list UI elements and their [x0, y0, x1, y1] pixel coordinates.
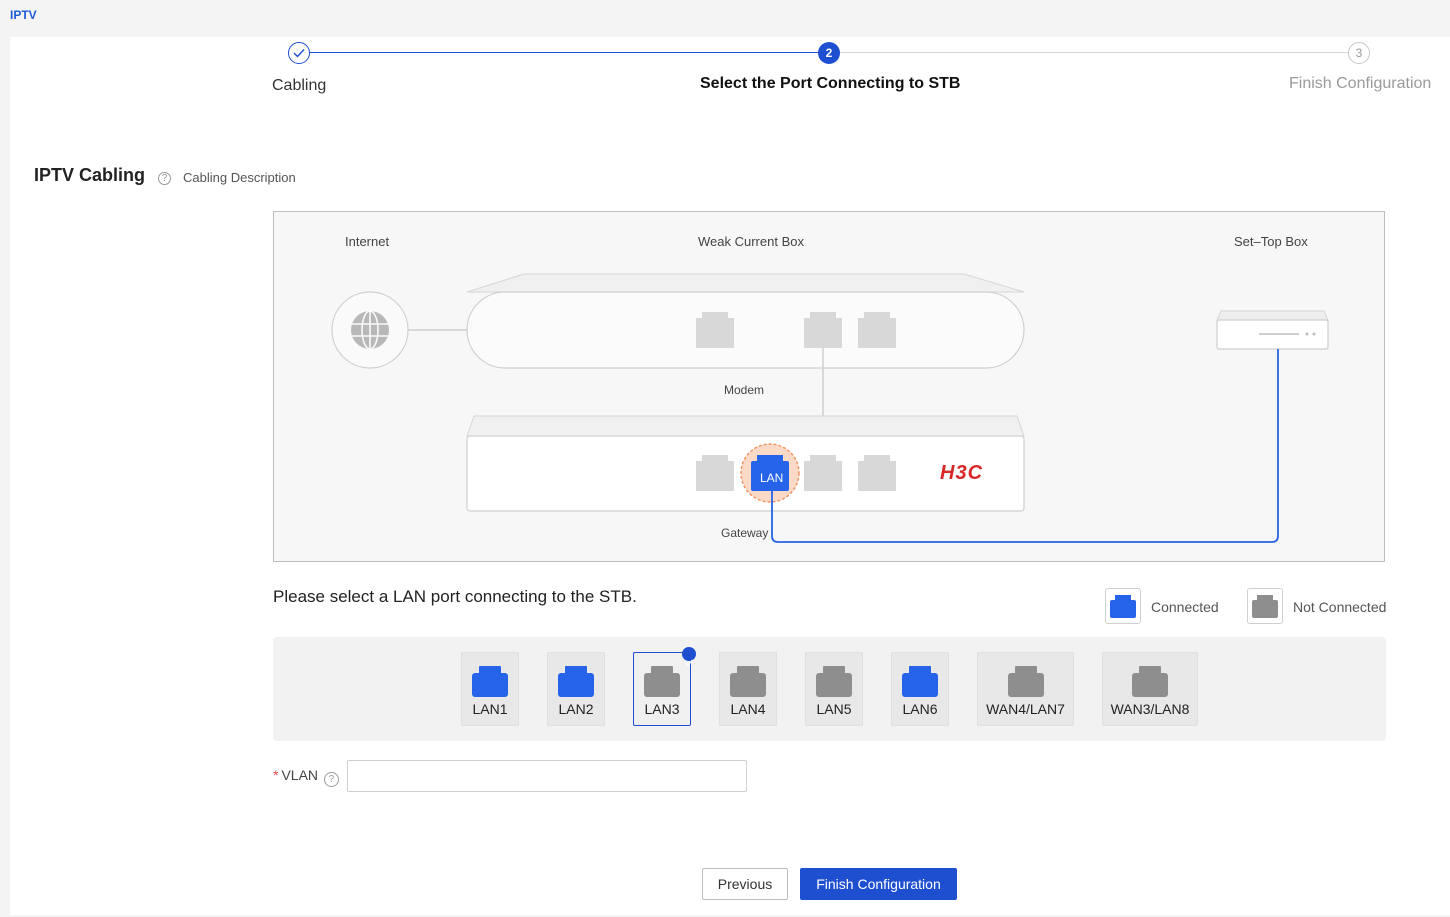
lan-connected-icon: [1110, 595, 1136, 618]
port-label: LAN4: [730, 701, 766, 717]
cabling-description-link[interactable]: Cabling Description: [183, 170, 296, 185]
port-lan6[interactable]: LAN6: [891, 652, 949, 726]
lan-connected-icon: [472, 666, 508, 697]
port-label: WAN3/LAN8: [1110, 701, 1190, 717]
section-title: IPTV Cabling: [34, 165, 146, 185]
port-wan4-lan7[interactable]: WAN4/LAN7: [977, 652, 1074, 726]
step-3-label: Finish Configuration: [1289, 75, 1432, 92]
cabling-diagram: Internet Weak Current Box Set–Top Box Mo…: [273, 211, 1385, 562]
lan-not-connected-icon: [730, 666, 766, 697]
diagram-graphic: [331, 273, 1329, 543]
set-top-box-label: Set–Top Box: [1234, 234, 1308, 249]
finish-configuration-button[interactable]: Finish Configuration: [800, 868, 957, 900]
step-1-label: Cabling: [272, 77, 327, 94]
lan-tag: LAN: [760, 471, 784, 485]
selected-check-icon: [682, 647, 696, 666]
port-label: LAN5: [816, 701, 852, 717]
lan-not-connected-icon: [816, 666, 852, 697]
help-icon-wrapper[interactable]: ?: [158, 168, 171, 186]
port-wan3-lan8[interactable]: WAN3/LAN8: [1102, 652, 1198, 726]
vlan-input[interactable]: [347, 760, 747, 792]
port-selection-area: LAN1 LAN2 LAN3 LAN4 LAN5 LAN6 WAN4/LAN7: [273, 637, 1386, 741]
instruction-text: Please select a LAN port connecting to t…: [273, 587, 637, 606]
gateway-label: Gateway: [721, 526, 769, 540]
modem-body: [466, 291, 1025, 369]
port-lan5[interactable]: LAN5: [805, 652, 863, 726]
legend-not-connected-label: Not Connected: [1293, 599, 1387, 615]
required-mark: *: [273, 767, 279, 783]
lan-not-connected-icon: [1007, 666, 1044, 697]
main-panel: Cabling 2 Select the Port Connecting to …: [10, 37, 1450, 915]
step-2-circle: 2: [818, 42, 840, 64]
lan-connected-icon: [902, 666, 938, 697]
page-tab-title: IPTV: [10, 8, 37, 22]
vlan-label-row: * VLAN ?: [273, 767, 339, 787]
port-lan1[interactable]: LAN1: [461, 652, 519, 726]
check-icon: [293, 49, 305, 58]
step-line-done: [310, 52, 828, 53]
question-circle-icon[interactable]: ?: [158, 172, 171, 185]
lan-not-connected-icon: [1132, 666, 1168, 697]
port-label: LAN2: [558, 701, 594, 717]
legend-connected-box: [1105, 588, 1141, 624]
h3c-logo: H3C: [940, 462, 984, 484]
globe-icon: [351, 310, 389, 350]
port-label: WAN4/LAN7: [986, 701, 1065, 717]
internet-label: Internet: [345, 234, 390, 249]
port-lan4[interactable]: LAN4: [719, 652, 777, 726]
previous-button[interactable]: Previous: [702, 868, 788, 900]
port-label: LAN3: [644, 701, 680, 717]
lan-connected-icon: [558, 666, 594, 697]
legend-connected-label: Connected: [1151, 599, 1219, 615]
lan-not-connected-icon: [1252, 595, 1278, 618]
question-circle-icon[interactable]: ?: [323, 772, 339, 787]
modem-label: Modem: [724, 383, 765, 397]
port-label: LAN6: [902, 701, 938, 717]
step-2-label: Select the Port Connecting to STB: [700, 75, 961, 92]
weak-current-box-label: Weak Current Box: [698, 234, 804, 249]
step-3-circle: 3: [1348, 42, 1370, 64]
step-1-circle: [288, 42, 310, 64]
port-lan2[interactable]: LAN2: [547, 652, 605, 726]
port-label: LAN1: [472, 701, 508, 717]
lan-not-connected-icon: [644, 666, 680, 697]
step-line-pending: [840, 52, 1348, 53]
legend-not-connected-box: [1247, 588, 1283, 624]
port-lan3[interactable]: LAN3: [633, 647, 696, 726]
vlan-label: VLAN: [281, 767, 319, 783]
